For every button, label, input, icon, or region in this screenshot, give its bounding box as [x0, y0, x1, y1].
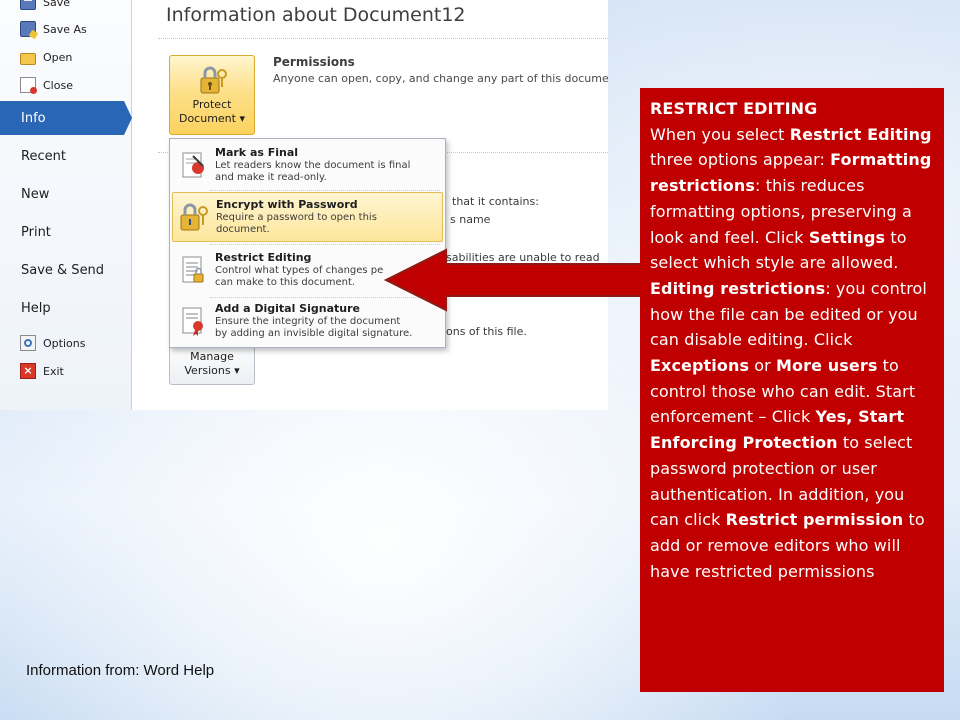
background-text: ons of this file.	[446, 325, 527, 338]
restrict-editing-callout: RESTRICT EDITING When you select Restric…	[640, 88, 944, 692]
nav-new[interactable]: New	[0, 177, 132, 211]
menu-item-title: Encrypt with Password	[216, 198, 358, 211]
nav-options[interactable]: Options	[20, 332, 85, 354]
menu-item-desc: Require a password to open this	[216, 212, 377, 223]
divider	[158, 38, 608, 39]
callout-heading: RESTRICT EDITING	[650, 99, 818, 118]
background-text: s name	[450, 213, 491, 226]
nav-exit[interactable]: × Exit	[20, 360, 64, 382]
callout-bold: More users	[776, 356, 878, 376]
permissions-heading: Permissions	[273, 55, 355, 69]
restrict-editing-icon	[177, 254, 209, 286]
nav-save[interactable]: Save	[20, 0, 70, 13]
lock-key-icon	[200, 66, 227, 94]
menu-item-desc: can make to this document.	[215, 277, 356, 288]
nav-save-as[interactable]: Save As	[20, 18, 87, 40]
source-credit: Information from: Word Help	[26, 662, 215, 679]
pointer-arrow	[384, 248, 643, 312]
callout-bold: Editing restrictions	[650, 278, 826, 298]
manage-versions-label-1: Manage	[190, 350, 234, 363]
arrow-shape	[384, 248, 643, 312]
nav-recent[interactable]: Recent	[0, 139, 132, 173]
callout-text: or	[749, 356, 777, 376]
menu-item-desc: Ensure the integrity of the document	[215, 316, 401, 327]
nav-open-label: Open	[43, 50, 73, 64]
menu-item-desc: Control what types of changes pe	[215, 265, 384, 276]
nav-save-as-label: Save As	[43, 22, 87, 36]
word-backstage-window: Save Save As Open Close Info Recent New …	[0, 0, 608, 410]
permissions-description: Anyone can open, copy, and change any pa…	[273, 72, 608, 85]
nav-info[interactable]: Info	[0, 101, 132, 135]
menu-item-desc: document.	[216, 224, 270, 235]
menu-item-encrypt-with-password[interactable]: Encrypt with Password Require a password…	[172, 192, 443, 242]
nav-save-label: Save	[43, 0, 71, 9]
menu-item-title: Restrict Editing	[215, 251, 312, 264]
nav-info-label: Info	[21, 110, 46, 126]
folder-open-icon	[20, 52, 36, 65]
page-title: Information about Document12	[166, 4, 466, 26]
menu-item-mark-as-final[interactable]: Mark as Final Let readers know the docum…	[172, 141, 443, 191]
menu-item-desc: and make it read-only.	[215, 172, 327, 183]
mark-as-final-icon	[177, 149, 209, 181]
callout-text: three options appear:	[650, 150, 831, 170]
options-icon	[20, 335, 36, 351]
nav-close-label: Close	[43, 78, 73, 92]
nav-help-label: Help	[21, 300, 51, 316]
background-text: that it contains:	[452, 195, 539, 208]
nav-open[interactable]: Open	[20, 46, 72, 68]
protect-document-label-1: Protect	[192, 98, 232, 111]
protect-document-label-2: Document ▾	[178, 112, 245, 125]
close-document-icon	[20, 77, 37, 94]
save-icon	[20, 0, 36, 10]
manage-versions-button[interactable]: Manage Versions ▾	[169, 345, 255, 385]
protect-document-menu: Mark as Final Let readers know the docum…	[169, 138, 446, 348]
callout-bold: Restrict permission	[725, 510, 904, 530]
nav-options-label: Options	[43, 336, 86, 350]
menu-item-title: Mark as Final	[215, 146, 299, 159]
backstage-nav: Save Save As Open Close Info Recent New …	[0, 0, 132, 410]
menu-item-desc: Let readers know the document is final	[215, 160, 411, 171]
protect-document-button[interactable]: Protect Document ▾	[169, 55, 255, 135]
callout-bold: Settings	[808, 227, 886, 247]
nav-close[interactable]: Close	[20, 74, 73, 96]
encrypt-lock-icon	[178, 201, 210, 233]
save-as-icon	[20, 21, 36, 37]
callout-text: When you select	[650, 124, 790, 144]
nav-help[interactable]: Help	[0, 291, 132, 325]
nav-print[interactable]: Print	[0, 215, 132, 249]
callout-bold: Restrict Editing	[789, 124, 932, 144]
nav-exit-label: Exit	[43, 364, 64, 378]
menu-separator	[210, 190, 440, 191]
nav-save-send[interactable]: Save & Send	[0, 253, 132, 287]
nav-save-send-label: Save & Send	[21, 262, 105, 278]
nav-new-label: New	[21, 186, 50, 202]
manage-versions-label-2: Versions ▾	[184, 364, 240, 377]
exit-icon: ×	[20, 363, 36, 379]
digital-signature-icon	[177, 305, 209, 337]
callout-bold: Exceptions	[650, 356, 750, 376]
menu-separator	[210, 244, 440, 245]
menu-item-desc: by adding an invisible digital signature…	[215, 328, 413, 339]
nav-print-label: Print	[21, 224, 51, 240]
menu-item-title: Add a Digital Signature	[215, 302, 360, 315]
nav-recent-label: Recent	[21, 148, 66, 164]
